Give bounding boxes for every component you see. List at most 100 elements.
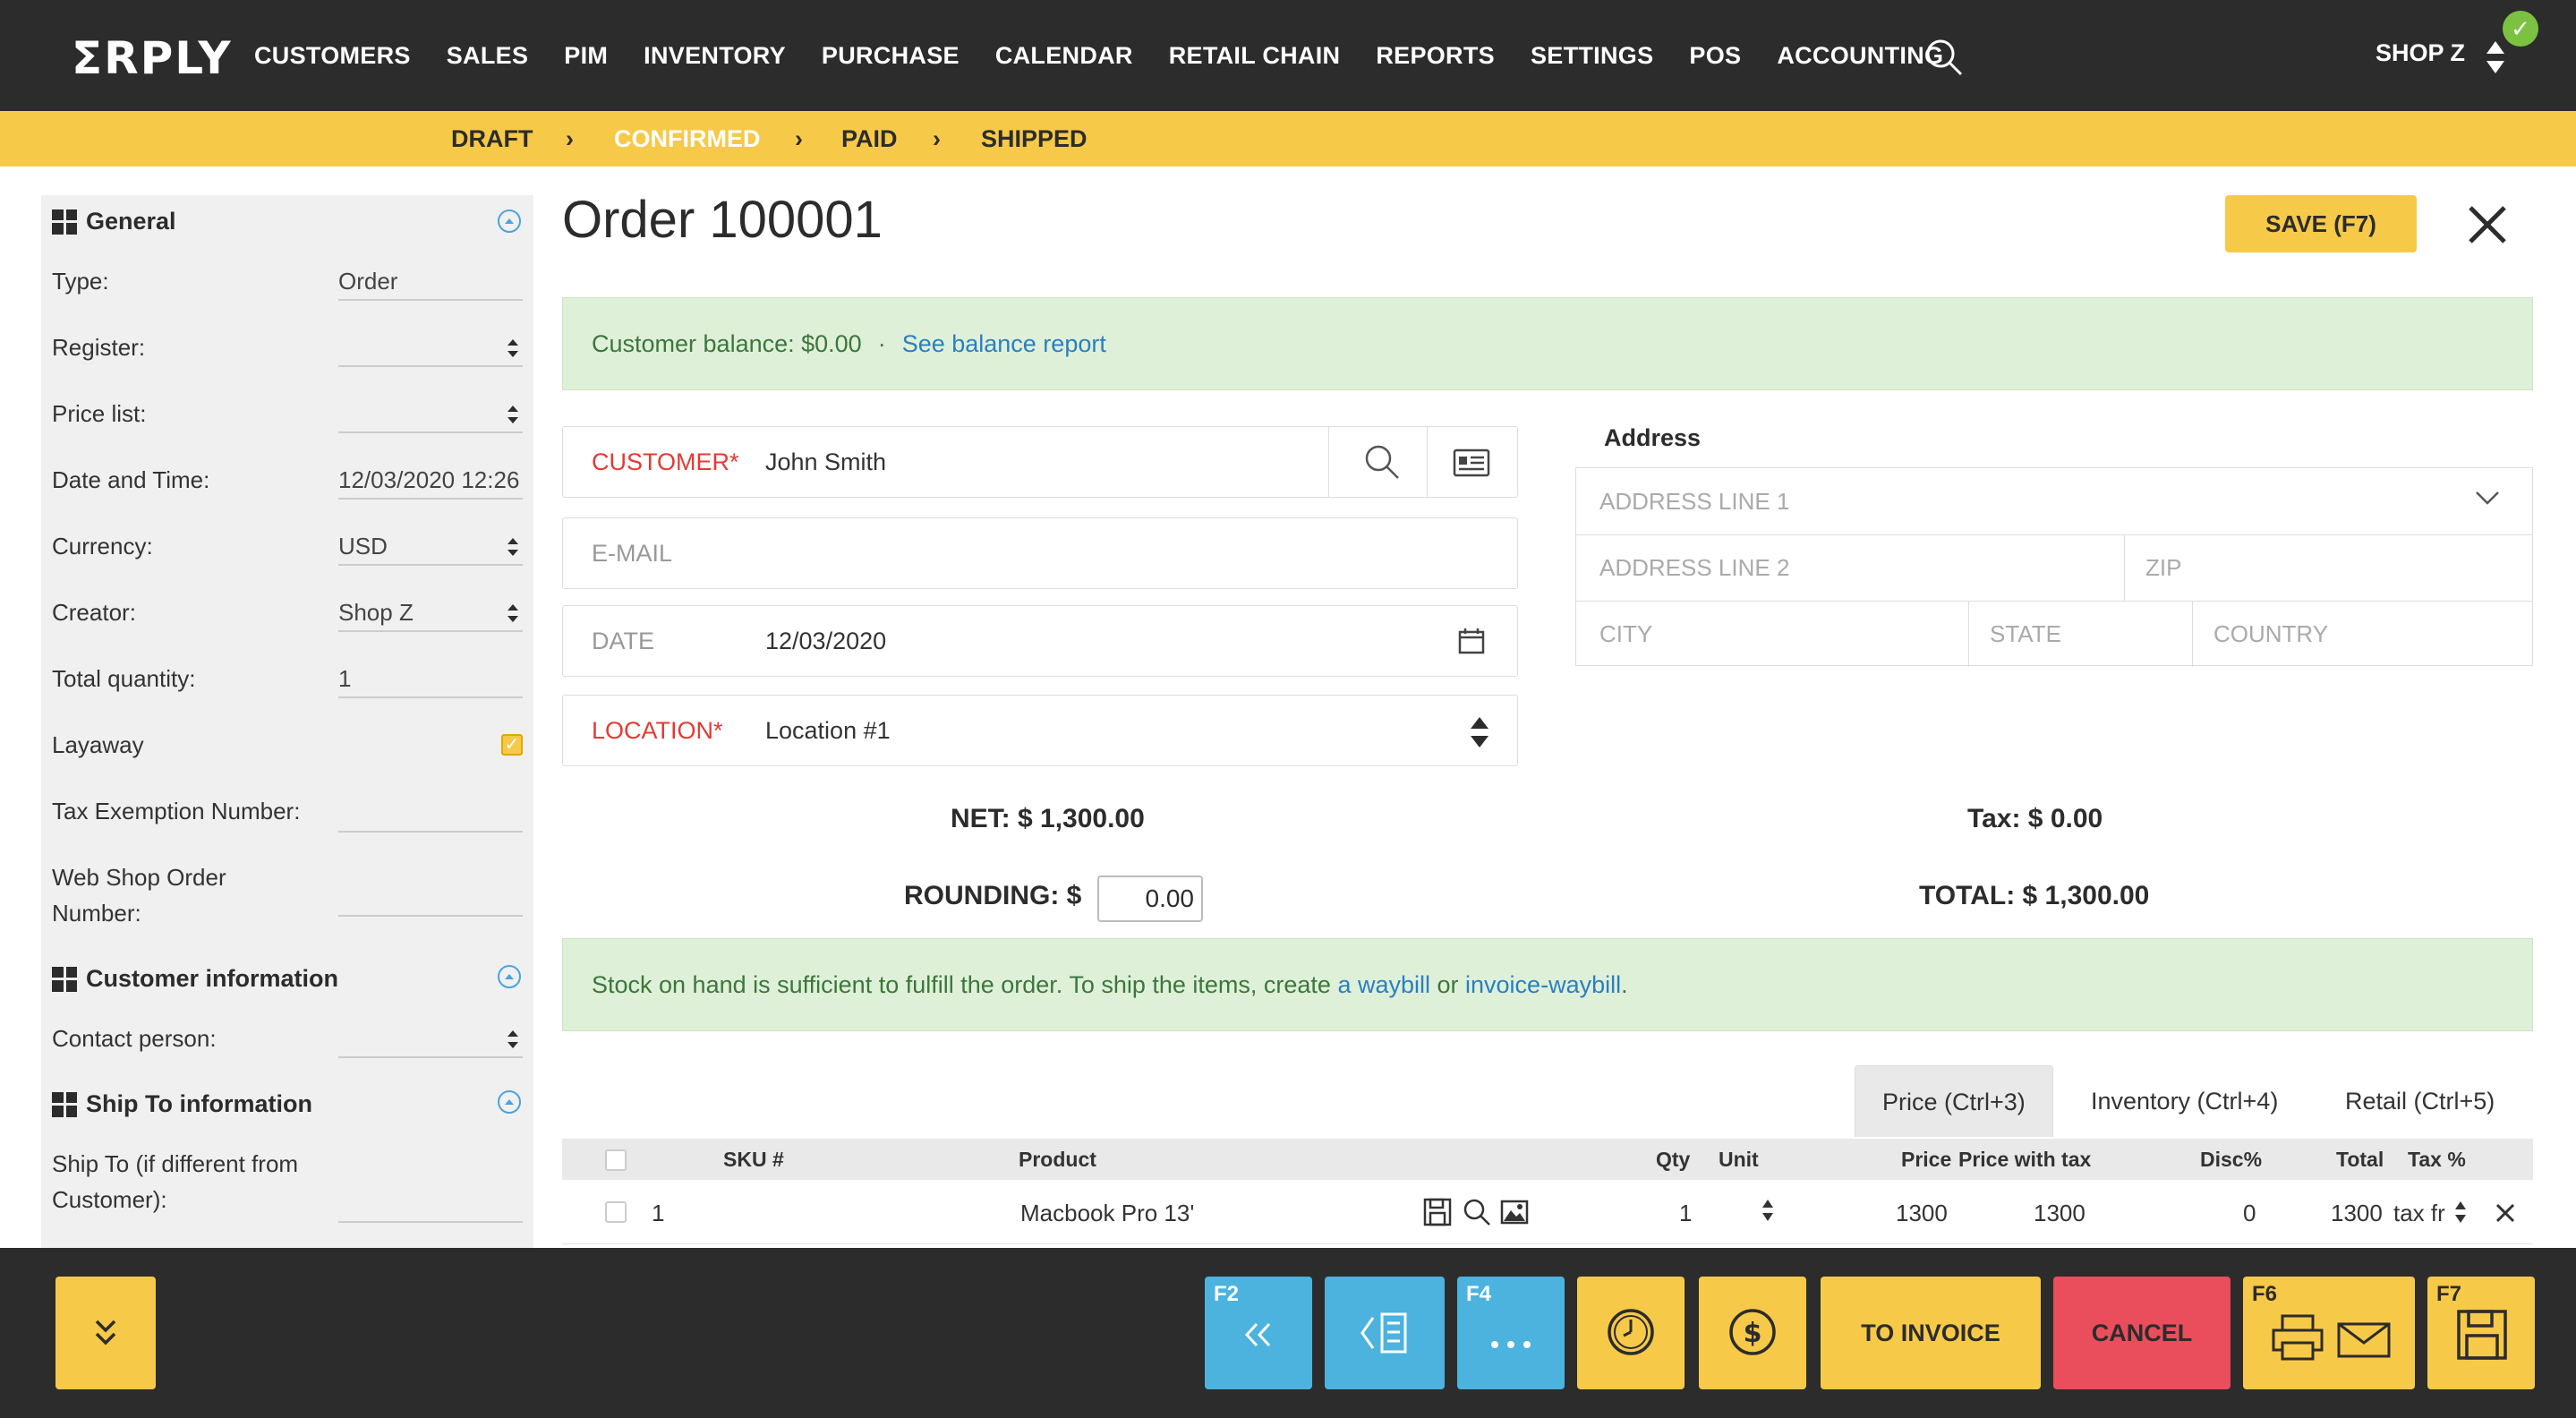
expand-toolbar-button[interactable] [55, 1277, 156, 1389]
payment-button[interactable]: $ [1699, 1277, 1806, 1389]
ship-to-field[interactable] [338, 1183, 523, 1223]
select-arrows-icon [508, 538, 518, 556]
col-product[interactable]: Product [1019, 1148, 1096, 1172]
remove-row-icon[interactable] [2495, 1203, 2515, 1223]
save-toolbar-button[interactable]: F7 [2427, 1277, 2535, 1389]
select-arrows-icon[interactable] [2454, 1200, 2467, 1225]
more-options-button[interactable]: F4 [1457, 1277, 1565, 1389]
col-price-with-tax[interactable]: Price with tax [1958, 1148, 2091, 1172]
select-all-checkbox[interactable] [605, 1149, 627, 1171]
col-disc[interactable]: Disc% [2200, 1148, 2262, 1172]
web-shop-order-label: Web Shop Order Number: [52, 864, 226, 927]
layaway-checkbox[interactable]: ✓ [501, 734, 523, 756]
email-field[interactable]: E-MAIL [562, 517, 1518, 589]
status-confirmed[interactable]: CONFIRMED [614, 125, 761, 153]
total-quantity-field[interactable]: 1 [338, 659, 523, 698]
row-qty[interactable]: 1 [1679, 1200, 1692, 1227]
col-sku[interactable]: SKU # [723, 1148, 784, 1172]
type-field[interactable]: Order [338, 261, 523, 301]
search-icon[interactable] [1463, 1198, 1491, 1226]
city-input[interactable]: CITY [1599, 620, 1652, 648]
invoice-waybill-link[interactable]: invoice-waybill [1465, 971, 1621, 999]
chevron-down-icon[interactable] [2475, 490, 2500, 506]
tab-retail[interactable]: Retail (Ctrl+5) [2318, 1065, 2521, 1137]
zip-input[interactable]: ZIP [2145, 554, 2181, 582]
sort-arrows-icon[interactable] [2485, 38, 2506, 77]
collapse-icon[interactable] [498, 965, 521, 988]
country-input[interactable]: COUNTRY [2213, 620, 2328, 648]
net-total: NET: $ 1,300.00 [951, 804, 1145, 833]
address-line2-input[interactable]: ADDRESS LINE 2 [1599, 554, 1789, 582]
status-draft[interactable]: DRAFT [451, 125, 533, 153]
location-value[interactable]: Location #1 [765, 717, 891, 745]
menu-inventory[interactable]: INVENTORY [644, 42, 786, 70]
status-shipped[interactable]: SHIPPED [981, 125, 1088, 153]
search-icon[interactable] [1363, 443, 1401, 481]
col-total[interactable]: Total [2336, 1148, 2384, 1172]
product-name[interactable]: Macbook Pro 13' [1020, 1200, 1194, 1227]
tab-price[interactable]: Price (Ctrl+3) [1855, 1065, 2053, 1137]
contact-person-select[interactable] [338, 1019, 523, 1058]
divider [2124, 534, 2125, 601]
row-tax[interactable]: tax fr [2393, 1200, 2447, 1227]
menu-pim[interactable]: PIM [564, 42, 608, 70]
id-card-icon[interactable] [1453, 448, 1490, 477]
status-paid[interactable]: PAID [841, 125, 898, 153]
table-row[interactable]: 1 Macbook Pro 13' 1 1300 1300 0 1300 tax… [562, 1182, 2533, 1244]
row-price[interactable]: 1300 [1896, 1200, 1948, 1227]
row-disc[interactable]: 0 [2243, 1200, 2256, 1227]
collapse-icon[interactable] [498, 1090, 521, 1114]
row-price-with-tax[interactable]: 1300 [2034, 1200, 2086, 1227]
search-icon[interactable] [1924, 38, 1964, 77]
date-time-field[interactable]: 12/03/2020 12:26 [338, 460, 523, 500]
web-shop-order-field[interactable] [338, 877, 523, 917]
date-value[interactable]: 12/03/2020 [765, 628, 886, 655]
row-checkbox[interactable] [605, 1201, 627, 1223]
previous-button[interactable]: F2 [1205, 1277, 1312, 1389]
creator-select[interactable]: Shop Z [338, 593, 523, 632]
menu-accounting[interactable]: ACCOUNTING [1777, 42, 1943, 70]
balance-report-link[interactable]: See balance report [902, 330, 1106, 358]
currency-select[interactable]: USD [338, 526, 523, 566]
col-price[interactable]: Price [1901, 1148, 1951, 1172]
tax-exemption-field[interactable] [338, 793, 523, 833]
select-arrows-icon [1471, 717, 1488, 747]
to-invoice-button[interactable]: TO INVOICE [1821, 1277, 2041, 1389]
menu-pos[interactable]: POS [1689, 42, 1741, 70]
menu-customers[interactable]: CUSTOMERS [254, 42, 411, 70]
tab-inventory[interactable]: Inventory (Ctrl+4) [2064, 1065, 2305, 1137]
menu-purchase[interactable]: PURCHASE [822, 42, 960, 70]
date-field[interactable]: DATE 12/03/2020 [562, 605, 1518, 677]
location-field[interactable]: LOCATION* Location #1 [562, 695, 1518, 766]
menu-reports[interactable]: REPORTS [1376, 42, 1495, 70]
shop-selector[interactable]: SHOP Z [2376, 39, 2465, 67]
register-select[interactable] [338, 328, 523, 367]
price-list-select[interactable] [338, 394, 523, 433]
calendar-icon[interactable] [1458, 628, 1485, 654]
save-button[interactable]: SAVE (F7) [2225, 195, 2417, 252]
cancel-button[interactable]: CANCEL [2053, 1277, 2231, 1389]
menu-settings[interactable]: SETTINGS [1531, 42, 1653, 70]
image-icon[interactable] [1500, 1200, 1529, 1225]
print-email-button[interactable]: F6 [2243, 1277, 2415, 1389]
f7-key-label: F7 [2436, 1282, 2462, 1306]
waybill-link[interactable]: a waybill [1337, 971, 1430, 999]
col-unit[interactable]: Unit [1719, 1148, 1759, 1172]
menu-retail-chain[interactable]: RETAIL CHAIN [1169, 42, 1341, 70]
address-line1-input[interactable]: ADDRESS LINE 1 [1599, 488, 1789, 516]
rounding-input[interactable]: 0.00 [1097, 876, 1203, 922]
customer-value[interactable]: John Smith [765, 448, 886, 476]
history-button[interactable] [1577, 1277, 1685, 1389]
collapse-icon[interactable] [498, 209, 521, 233]
col-tax[interactable]: Tax % [2408, 1148, 2466, 1172]
customer-field[interactable]: CUSTOMER* John Smith [562, 426, 1518, 498]
select-arrows-icon[interactable] [1761, 1198, 1774, 1223]
col-qty[interactable]: Qty [1656, 1148, 1690, 1172]
save-icon[interactable] [1423, 1198, 1452, 1226]
erply-logo[interactable]: ΣRPLY [72, 32, 233, 84]
sidebar-toggle-button[interactable] [1325, 1277, 1445, 1389]
menu-sales[interactable]: SALES [447, 42, 529, 70]
menu-calendar[interactable]: CALENDAR [995, 42, 1133, 70]
close-icon[interactable] [2465, 202, 2510, 247]
state-input[interactable]: STATE [1990, 620, 2061, 648]
